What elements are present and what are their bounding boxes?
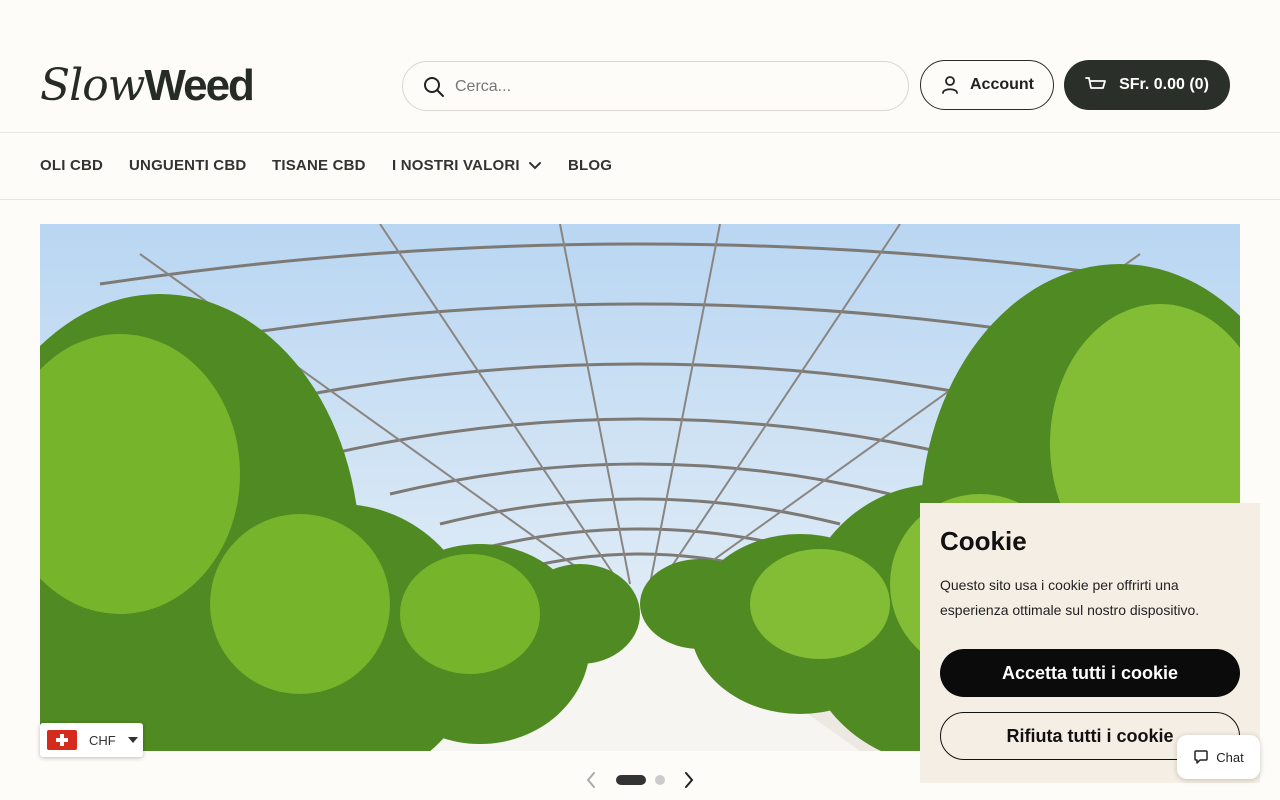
logo-part-weed: Weed	[144, 61, 255, 110]
search-input[interactable]	[455, 72, 885, 102]
cart-total: SFr. 0.00 (0)	[1119, 76, 1209, 93]
account-button[interactable]: Account	[920, 60, 1054, 110]
chat-label: Chat	[1216, 749, 1244, 765]
search-icon	[424, 77, 444, 97]
nav-label: TISANE CBD	[272, 157, 366, 174]
slider-prev-arrow-icon[interactable]	[584, 770, 598, 790]
chat-button[interactable]: Chat	[1177, 735, 1260, 779]
nav-item-tisane-cbd[interactable]: TISANE CBD	[272, 157, 366, 174]
user-icon	[942, 76, 958, 94]
nav-item-nostri-valori[interactable]: I NOSTRI VALORI	[392, 157, 542, 174]
cart-button[interactable]: SFr. 0.00 (0)	[1064, 60, 1230, 110]
cookie-title: Cookie	[940, 526, 1027, 556]
currency-code: CHF	[89, 732, 116, 748]
site-header: SlowWeed Account SFr. 0.00 (0)	[0, 0, 1280, 133]
caret-down-icon	[127, 737, 138, 743]
slider-pagination-dots[interactable]	[614, 774, 668, 786]
swiss-flag-icon	[47, 730, 77, 750]
slide-dot	[655, 775, 665, 785]
main-navigation: OLI CBD UNGUENTI CBD TISANE CBD I NOSTRI…	[0, 133, 1280, 200]
cookie-text: Questo sito usa i cookie per offrirti un…	[940, 577, 1200, 618]
slider-next-arrow-icon[interactable]	[682, 770, 696, 790]
chat-bubble-icon	[1194, 750, 1209, 764]
cart-icon	[1085, 77, 1106, 89]
nav-label: OLI CBD	[40, 157, 104, 174]
currency-selector[interactable]: CHF	[40, 723, 143, 757]
account-label: Account	[970, 76, 1034, 93]
nav-label: I NOSTRI VALORI	[392, 157, 520, 174]
chevron-down-icon	[528, 161, 541, 169]
logo-part-slow: Slow	[40, 60, 145, 111]
search-bar[interactable]	[402, 61, 909, 111]
accept-cookies-button[interactable]: Accetta tutti i cookie	[940, 649, 1240, 697]
logo[interactable]: SlowWeed	[40, 58, 255, 114]
nav-item-oli-cbd[interactable]: OLI CBD	[40, 157, 103, 174]
nav-label: UNGUENTI CBD	[129, 157, 247, 174]
nav-label: BLOG	[568, 157, 613, 174]
slide-dot-active	[616, 775, 646, 785]
nav-item-unguenti-cbd[interactable]: UNGUENTI CBD	[129, 157, 246, 174]
nav-item-blog[interactable]: BLOG	[568, 157, 612, 174]
